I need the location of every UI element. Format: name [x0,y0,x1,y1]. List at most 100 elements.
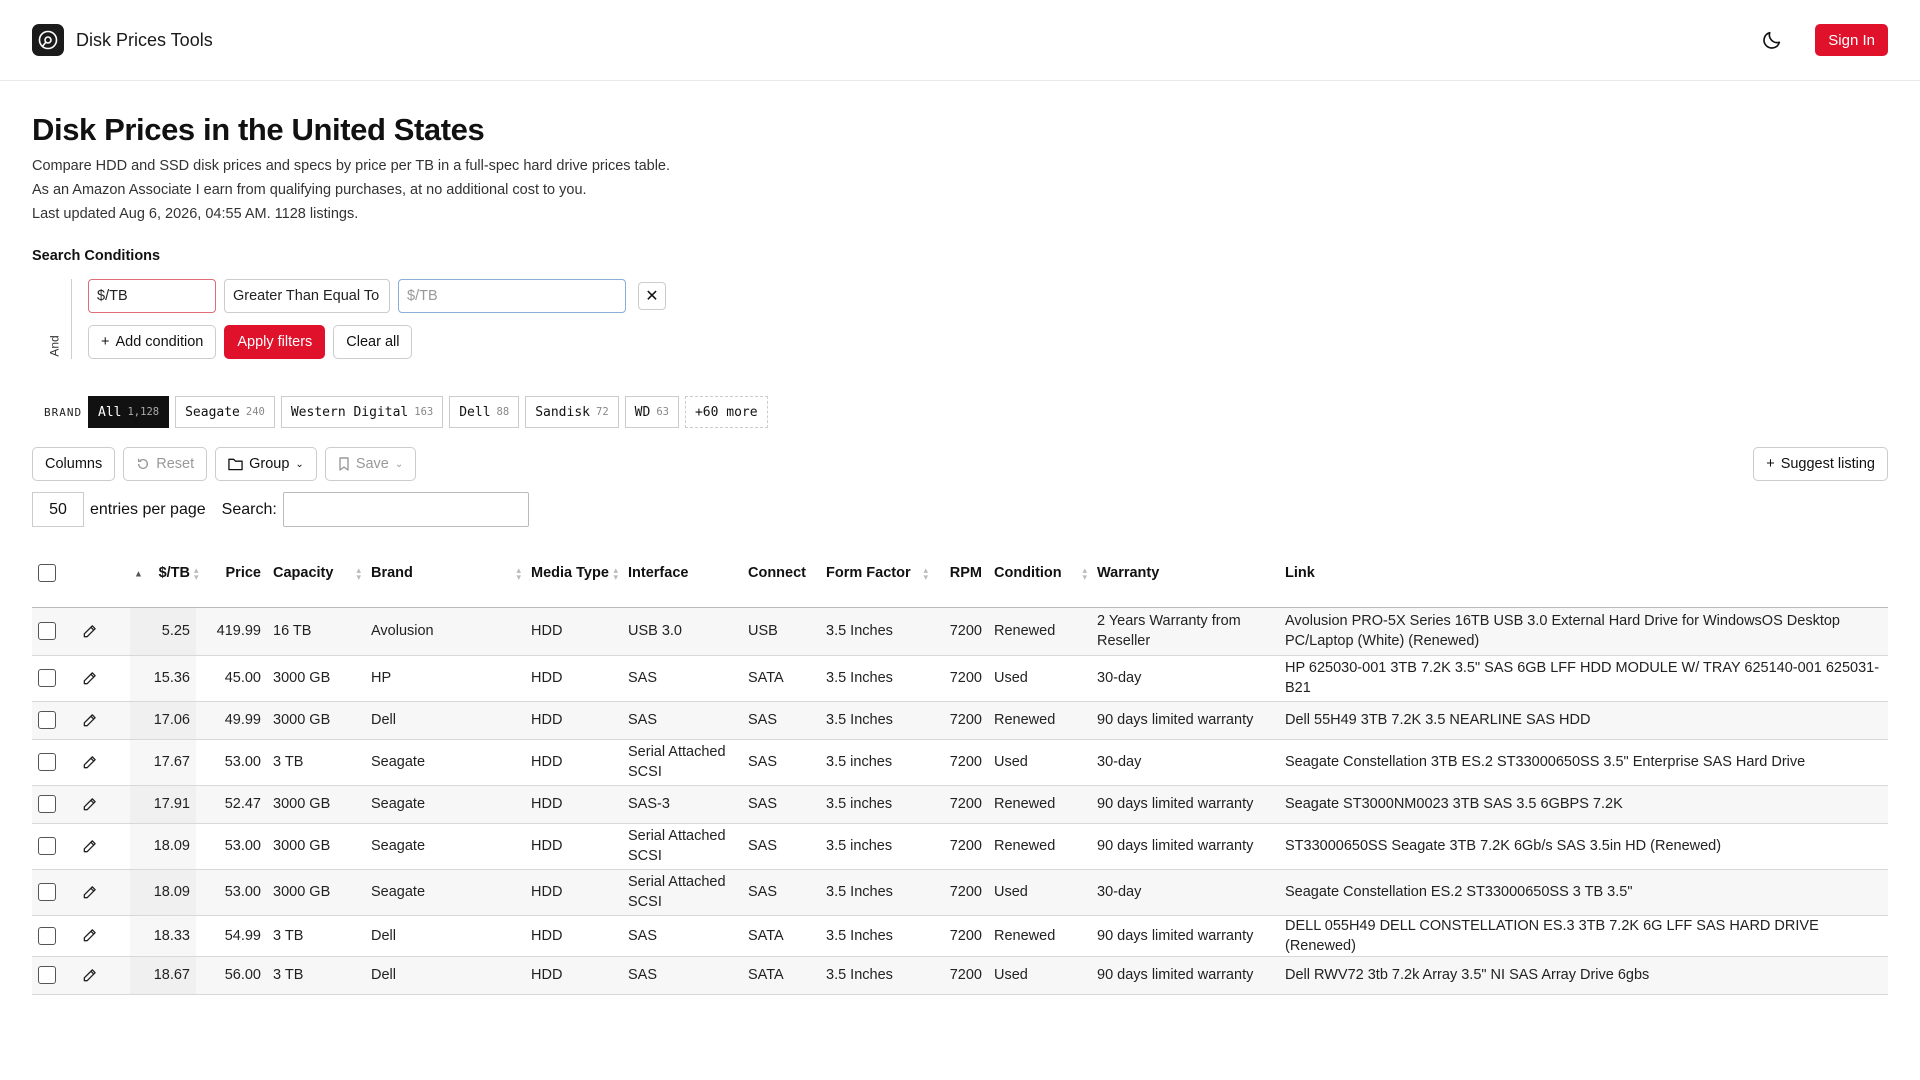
condition-value-input[interactable]: $/TB [398,279,626,313]
select-all-checkbox[interactable] [38,564,56,583]
pencil-icon[interactable] [82,671,97,686]
cell-connect: SAS [742,869,820,916]
pencil-icon[interactable] [82,624,97,639]
and-group: And [32,279,72,359]
cell-link[interactable]: Dell RWV72 3tb 7.2k Array 3.5" NI SAS Ar… [1279,956,1888,995]
table-body: 5.25 419.99 16 TB Avolusion HDD USB 3.0 … [32,607,1888,995]
header-price[interactable]: Price ▴ ▾ [194,541,267,608]
apply-filters-button[interactable]: Apply filters [224,325,326,359]
suggest-listing-button[interactable]: + Suggest listing [1753,447,1888,481]
page-description: Compare HDD and SSD disk prices and spec… [32,158,671,174]
cell-link[interactable]: ST33000650SS Seagate 3TB 7.2K 6Gb/s SAS … [1279,823,1888,870]
app-name[interactable]: Disk Prices Tools [76,30,213,51]
header-rpm[interactable]: RPM [932,541,988,608]
cell-link[interactable]: Seagate Constellation ES.2 ST33000650SS … [1279,869,1888,916]
cell-condition: Renewed [988,823,1091,870]
add-condition-button[interactable]: + Add condition [88,325,217,359]
header-condition[interactable]: Condition ▴ ▾ [988,541,1091,608]
header-warranty-label: Warranty [1097,565,1160,582]
pencil-icon[interactable] [82,839,97,854]
reset-label: Reset [156,456,195,472]
pencil-icon[interactable] [82,885,97,900]
cell-warranty: 90 days limited warranty [1091,823,1279,870]
cell-warranty: 30-day [1091,869,1279,916]
cell-link[interactable]: Seagate Constellation 3TB ES.2 ST3300065… [1279,739,1888,786]
brand-chip-sandisk[interactable]: Sandisk 72 [525,396,619,428]
sort-icon: ▴ ▾ [194,564,199,582]
brand-chip-all[interactable]: All 1,128 [88,396,170,428]
row-checkbox[interactable] [38,966,56,985]
cell-per-tb: 17.91 [130,785,196,824]
row-edit-cell [76,785,130,824]
pencil-icon[interactable] [82,928,97,943]
brand-chip-seagate[interactable]: Seagate 240 [175,396,275,428]
row-checkbox[interactable] [38,669,56,688]
row-checkbox[interactable] [38,711,56,730]
cell-connect: SAS [742,823,820,870]
row-edit-cell [76,869,130,916]
header-media-type[interactable]: Media Type ▴ ▾ [525,541,622,608]
row-select-cell [32,701,76,740]
row-checkbox[interactable] [38,622,56,641]
header-condition-label: Condition [994,565,1062,582]
reset-button[interactable]: Reset [123,447,208,481]
condition-field-select[interactable]: $/TB [88,279,216,313]
header-form-factor[interactable]: Form Factor ▴ ▾ [820,541,932,608]
chevron-down-icon: ⌄ [394,458,404,470]
cell-media-type: HDD [525,607,622,656]
row-edit-cell [76,655,130,702]
header-capacity[interactable]: Capacity ▴ ▾ [267,541,365,608]
cell-per-tb: 18.09 [130,869,196,916]
table-row: 5.25 419.99 16 TB Avolusion HDD USB 3.0 … [32,607,1888,656]
clear-all-button[interactable]: Clear all [333,325,413,359]
cell-link[interactable]: Seagate ST3000NM0023 3TB SAS 3.5 6GBPS 7… [1279,785,1888,824]
cell-link[interactable]: DELL 055H49 DELL CONSTELLATION ES.3 3TB … [1279,915,1888,957]
brand-chip-wd[interactable]: WD 63 [624,396,679,428]
row-checkbox[interactable] [38,837,56,856]
cell-condition: Used [988,655,1091,702]
cell-brand: Seagate [365,869,525,916]
header-connect[interactable]: Connect [742,541,820,608]
table-row: 15.36 45.00 3000 GB HP HDD SAS SATA 3.5 … [32,655,1888,702]
row-select-cell [32,869,76,916]
header-per-tb[interactable]: $/TB ▲ [130,541,196,608]
cell-brand: Dell [365,956,525,995]
columns-button[interactable]: Columns [32,447,116,481]
cell-rpm: 7200 [932,739,988,786]
row-checkbox[interactable] [38,926,56,945]
remove-condition-icon[interactable]: ✕ [638,282,666,310]
brand-chip-dell[interactable]: Dell 88 [449,396,520,428]
save-button[interactable]: Save ⌄ [324,447,417,481]
row-checkbox[interactable] [38,883,56,902]
pencil-icon[interactable] [82,755,97,770]
entries-per-page-select[interactable]: 50 [32,492,84,527]
cell-brand: Dell [365,915,525,957]
dark-mode-toggle-icon[interactable] [1759,27,1785,53]
cell-interface: SAS [622,701,742,740]
last-updated: Last updated Aug 6, 2026, 04:55 AM. 1128… [32,206,359,222]
cell-link[interactable]: Avolusion PRO-5X Series 16TB USB 3.0 Ext… [1279,607,1888,656]
cell-brand: Seagate [365,823,525,870]
table-search-input[interactable] [282,492,529,527]
cell-link[interactable]: HP 625030-001 3TB 7.2K 3.5" SAS 6GB LFF … [1279,655,1888,702]
row-checkbox[interactable] [38,795,56,814]
condition-operator-select[interactable]: Greater Than Equal To [224,279,390,313]
brand-chip-western-digital[interactable]: Western Digital 163 [280,396,444,428]
header-interface[interactable]: Interface [622,541,742,608]
sign-in-button[interactable]: Sign In [1815,24,1888,56]
pencil-icon[interactable] [82,797,97,812]
plus-icon: + [101,334,110,350]
plus-icon: + [1766,456,1775,472]
pencil-icon[interactable] [82,713,97,728]
brand-chip-more[interactable]: +60 more [684,396,768,428]
pencil-icon[interactable] [82,968,97,983]
header-brand[interactable]: Brand ▴ ▾ [365,541,525,608]
cell-link[interactable]: Dell 55H49 3TB 7.2K 3.5 NEARLINE SAS HDD [1279,701,1888,740]
row-checkbox[interactable] [38,753,56,772]
header-link[interactable]: Link [1279,541,1888,608]
disk-logo-icon[interactable] [32,24,64,56]
group-button[interactable]: Group ⌄ [215,447,317,481]
table-row: 17.91 52.47 3000 GB Seagate HDD SAS-3 SA… [32,785,1888,824]
table-row: 18.67 56.00 3 TB Dell HDD SAS SATA 3.5 I… [32,956,1888,995]
header-warranty[interactable]: Warranty [1091,541,1279,608]
